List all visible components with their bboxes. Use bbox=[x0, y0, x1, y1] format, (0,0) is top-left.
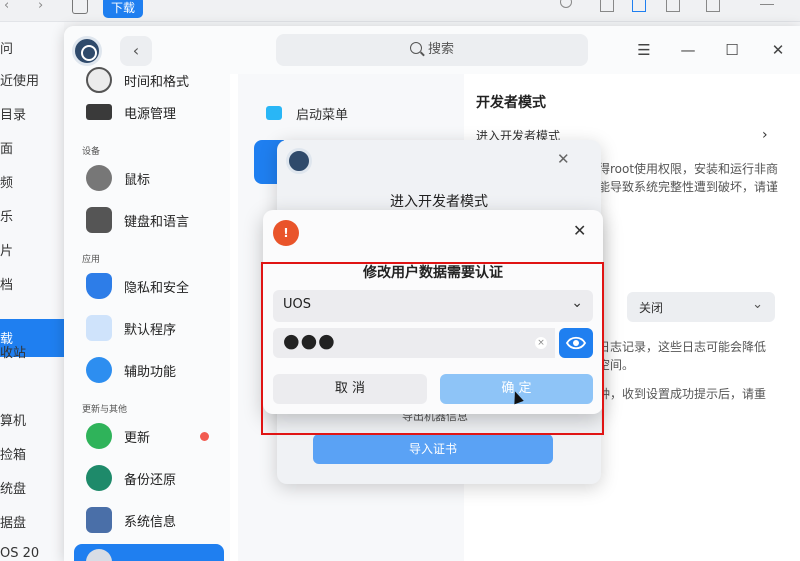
sidebar-item-home[interactable]: 目录 bbox=[0, 104, 26, 123]
forward-nav-button[interactable]: › bbox=[38, 0, 43, 13]
sidebar-item-data-disk[interactable]: 据盘 bbox=[0, 512, 26, 531]
log-level-select[interactable]: 关闭 ⌄ bbox=[627, 292, 775, 322]
chevron-right-icon: › bbox=[762, 127, 768, 143]
clock-icon bbox=[86, 67, 112, 93]
sidebar-item-recent[interactable]: 近使用 bbox=[0, 70, 39, 89]
dialog-title: 进入开发者模式 bbox=[390, 194, 488, 210]
group-label-other: 更新与其他 bbox=[82, 405, 128, 415]
download-tab[interactable]: 下载 bbox=[103, 0, 143, 18]
accessibility-icon bbox=[86, 357, 112, 383]
dev-mode-description: 获得root使用权限，安装和运行非商 bbox=[586, 162, 779, 176]
sidebar-item-computer[interactable]: 算机 bbox=[0, 410, 26, 429]
search-icon[interactable] bbox=[560, 0, 572, 8]
sidebar-item-videos[interactable]: 频 bbox=[0, 172, 13, 191]
section-heading: 开发者模式 bbox=[476, 95, 546, 111]
sidebar-item-music[interactable]: 乐 bbox=[0, 206, 13, 225]
nav-item-privacy[interactable]: 隐私和安全 bbox=[74, 268, 224, 304]
shield-icon bbox=[86, 273, 112, 299]
boot-menu-icon bbox=[266, 106, 282, 120]
sidebar-item-system-disk[interactable]: 统盘 bbox=[0, 478, 26, 497]
icon-view-icon[interactable] bbox=[600, 0, 614, 12]
control-center-logo-icon bbox=[286, 148, 312, 174]
maximize-button[interactable]: ☐ bbox=[720, 38, 744, 62]
sidebar-item-desktop[interactable]: 面 bbox=[0, 138, 13, 157]
sidebar-item-documents[interactable]: 档 bbox=[0, 274, 13, 293]
system-info-icon bbox=[86, 507, 112, 533]
mouse-icon bbox=[86, 165, 112, 191]
import-certificate-button[interactable]: 导入证书 bbox=[313, 434, 553, 464]
tree-view-icon[interactable] bbox=[666, 0, 680, 12]
log-description-3: 分钟，收到设置成功提示后，请重 bbox=[586, 387, 767, 401]
sidebar-item[interactable]: 问 bbox=[0, 38, 13, 57]
nav-item-power[interactable]: 电源管理 bbox=[74, 94, 224, 130]
chevron-down-icon: ⌄ bbox=[752, 297, 763, 312]
search-icon bbox=[409, 42, 422, 54]
update-icon bbox=[86, 423, 112, 449]
close-icon[interactable]: ✕ bbox=[573, 221, 586, 240]
home-icon[interactable] bbox=[72, 0, 88, 14]
sidebar-item-pictures[interactable]: 片 bbox=[0, 240, 13, 259]
nav-item-keyboard[interactable]: 键盘和语言 bbox=[74, 202, 224, 238]
search-input[interactable]: 搜索 bbox=[276, 34, 588, 66]
close-button[interactable]: ✕ bbox=[766, 38, 790, 62]
group-label-apps: 应用 bbox=[82, 255, 101, 265]
nav-item-accessibility[interactable]: 辅助功能 bbox=[74, 352, 224, 388]
file-manager-toolbar: ‹ › 下载 bbox=[0, 0, 800, 22]
nav-item-time[interactable]: 时间和格式 bbox=[74, 62, 224, 98]
shield-alert-icon: ! bbox=[273, 220, 299, 246]
backup-icon bbox=[86, 465, 112, 491]
general-settings-icon bbox=[86, 549, 112, 561]
list-view-icon[interactable] bbox=[632, 0, 646, 12]
detail-panel-icon[interactable] bbox=[706, 0, 720, 12]
nav-item-system-info[interactable]: 系统信息 bbox=[74, 502, 224, 538]
subnav-item-boot-menu[interactable]: 启动菜单 bbox=[254, 100, 454, 130]
group-label-devices: 设备 bbox=[82, 147, 101, 157]
dev-mode-description-2: 可能导致系统完整性遭到破坏，请谨 bbox=[586, 180, 779, 194]
nav-item-update[interactable]: 更新 bbox=[74, 418, 224, 454]
sidebar-item-trash[interactable]: 收站 bbox=[0, 342, 26, 361]
close-icon[interactable]: ✕ bbox=[557, 150, 570, 168]
back-nav-button[interactable]: ‹ bbox=[4, 0, 9, 13]
nav-item-general[interactable] bbox=[74, 544, 224, 561]
update-badge bbox=[200, 432, 209, 441]
highlight-annotation bbox=[261, 262, 604, 435]
nav-item-default-apps[interactable]: 默认程序 bbox=[74, 310, 224, 346]
sidebar-item-vault[interactable]: 捡箱 bbox=[0, 444, 26, 463]
default-apps-icon bbox=[86, 315, 112, 341]
menu-button[interactable]: ☰ bbox=[632, 38, 656, 62]
keyboard-icon bbox=[86, 207, 112, 233]
nav-item-mouse[interactable]: 鼠标 bbox=[74, 160, 224, 196]
log-description: 的日志记录，这些日志可能会降低 bbox=[586, 340, 767, 354]
battery-icon bbox=[86, 104, 112, 120]
minimize-button[interactable]: — bbox=[676, 38, 700, 62]
nav-item-backup[interactable]: 备份还原 bbox=[74, 460, 224, 496]
file-manager-sidebar: 问 近使用 目录 面 频 乐 片 档 载 收站 算机 捡箱 统盘 据盘 OS 2… bbox=[0, 22, 64, 561]
menu-icon[interactable] bbox=[760, 4, 774, 6]
settings-nav: 时间和格式 电源管理 设备 鼠标 键盘和语言 应用 隐私和安全 默认程序 辅助功… bbox=[64, 67, 230, 561]
sidebar-item-uos-drive[interactable]: OS 20 bbox=[0, 546, 39, 561]
